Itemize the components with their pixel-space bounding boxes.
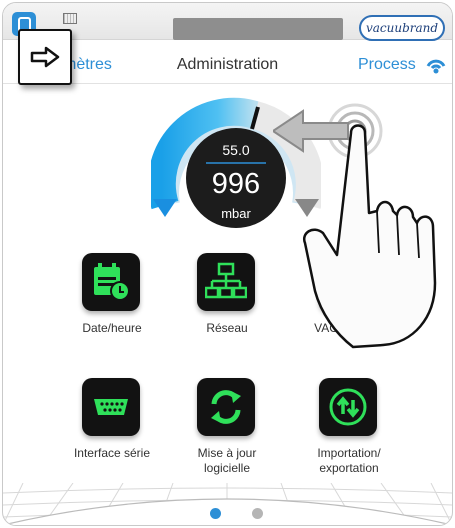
swipe-hand-icon [273,103,437,349]
process-link[interactable]: Process [358,56,416,74]
import-export-icon [329,388,367,426]
gauge-value: 996 [211,168,261,200]
page-dot-active[interactable] [210,508,221,519]
tile-label: Mise à jour logicielle [197,446,257,475]
process-signal-icon[interactable] [426,56,446,76]
gauge-unit: mbar [221,206,251,221]
tile-software-update[interactable]: Mise à jour logicielle [173,378,281,488]
tile-label: Date/heure [82,321,142,335]
tile-label: Interface série [73,446,151,460]
page-dot[interactable] [252,508,263,519]
tile-import-export[interactable]: Importation/ exportation [295,378,403,488]
tile-network[interactable]: Réseau [173,253,281,363]
tile-label: Importation/ exportation [317,446,381,475]
refresh-icon [211,390,241,424]
decorative-floor-grid [3,483,452,525]
gauge-setpoint: 55.0 [222,142,250,158]
arrow-right-icon [30,46,60,68]
keyboard-icon [63,13,77,24]
title-placeholder [173,18,343,40]
serial-port-icon [94,399,128,415]
calendar-clock-icon [94,263,130,301]
tile-date-time[interactable]: Date/heure [58,253,166,363]
tile-label: Réseau [206,321,248,335]
network-icon [205,262,247,299]
tile-serial-interface[interactable]: Interface série [58,378,166,488]
brand-logo: vacuubrand [359,15,445,41]
navigation-hint-box [18,29,72,85]
